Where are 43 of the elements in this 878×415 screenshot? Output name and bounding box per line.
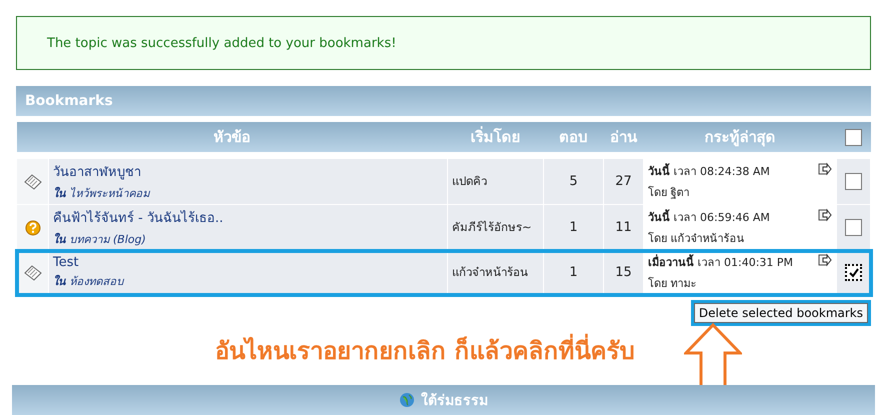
topic-link[interactable]: คืนฟ้าไร้จันทร์ - วันฉันไร้เธอ.. [53, 207, 443, 228]
row-checkbox[interactable] [845, 173, 862, 190]
last-post-time: วันนี้ เวลา 08:24:38 AM [648, 162, 770, 180]
last-post-author: โดย ฐิตา [648, 185, 690, 201]
delete-selected-button[interactable]: Delete selected bookmarks [694, 303, 868, 323]
last-post-time: เมื่อวานนี้ เวลา 01:40:31 PM [648, 253, 794, 271]
views-count: 15 [615, 265, 632, 280]
go-to-post-icon[interactable] [818, 208, 832, 222]
starter-text: แก้วจ๋าหน้าร้อน [452, 265, 528, 280]
panel-title: Bookmarks [25, 93, 113, 109]
views-count: 27 [615, 174, 632, 189]
globe-icon [399, 392, 415, 408]
column-header: เริ่มโดย [470, 128, 520, 146]
checkmark-icon [848, 268, 858, 278]
replies-count: 1 [569, 220, 578, 235]
row-checkbox[interactable] [845, 219, 862, 236]
forum-text: ใน ไหว้พระหน้าคอม [53, 186, 152, 202]
topic-link[interactable]: วันอาสาฬหบูชา [53, 161, 443, 182]
replies-count: 5 [569, 174, 578, 189]
column-header: กระทู้ล่าสุด [704, 128, 776, 146]
column-header: หัวข้อ [214, 128, 250, 146]
column-header: อ่าน [610, 128, 637, 146]
starter-text: คัมภีร์ไร้อักษร~ [452, 220, 532, 234]
last-post-author: โดย ทามะ [648, 276, 698, 292]
forum-text: ใน ห้องทดสอบ [53, 274, 126, 290]
topic-link[interactable]: Test [53, 255, 443, 270]
forum-text: ใน บทความ (Blog) [53, 232, 147, 248]
last-post-time: วันนี้ เวลา 06:59:46 AM [648, 208, 770, 226]
question-icon [24, 220, 40, 236]
views-count: 11 [615, 220, 632, 235]
annotation-text: อันไหนเราอยากยกเลิก ก็แล้วคลิกที่นี่ครับ [215, 331, 634, 370]
footer-text: ใต้ร่มธรรม [421, 391, 488, 411]
row-checkbox[interactable] [845, 264, 862, 281]
topic-icon [22, 264, 42, 280]
last-post-author: โดย แก้วจ๋าหน้าร้อน [648, 231, 746, 247]
starter-text: แปดคิว [452, 174, 487, 188]
column-header: ตอบ [559, 128, 588, 146]
go-to-post-icon[interactable] [818, 253, 832, 267]
replies-count: 1 [569, 265, 578, 280]
select-all-checkbox[interactable] [845, 129, 862, 146]
success-text: The topic was successfully added to your bookmarks! [47, 36, 396, 50]
go-to-post-icon[interactable] [818, 162, 832, 176]
topic-icon [22, 174, 42, 190]
